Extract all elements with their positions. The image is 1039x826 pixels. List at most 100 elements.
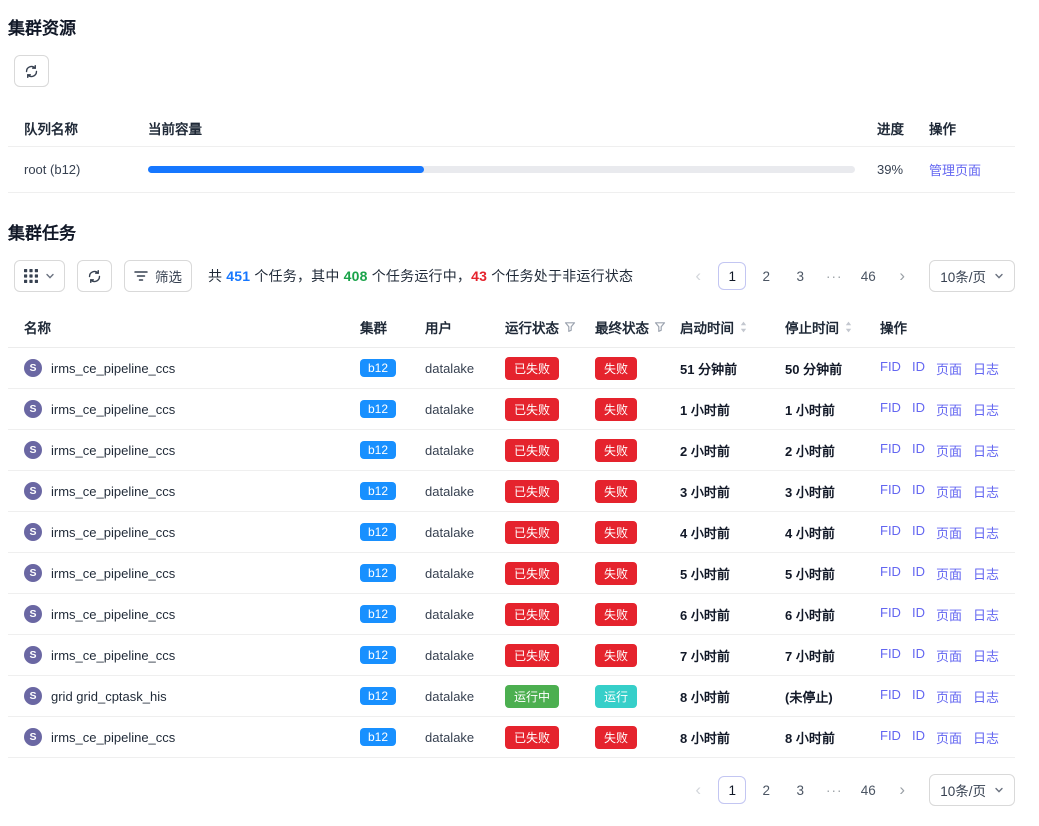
page-button-1[interactable]: 1 xyxy=(718,262,746,290)
page-button-3[interactable]: 3 xyxy=(786,776,814,804)
page-button-2[interactable]: 2 xyxy=(752,262,780,290)
fid-link[interactable]: FID xyxy=(880,400,901,419)
page-link[interactable]: 页面 xyxy=(936,646,962,665)
page-button-1[interactable]: 1 xyxy=(718,776,746,804)
pagination-prev-button[interactable]: ‹ xyxy=(684,262,712,290)
final-status-cell: 运行 xyxy=(595,685,680,708)
row-actions: FID ID 页面 日志 xyxy=(880,646,1015,665)
stop-time-cell: 1 小时前 xyxy=(785,400,880,419)
final-status-cell: 失败 xyxy=(595,521,680,544)
sort-icon[interactable] xyxy=(739,320,748,334)
log-link[interactable]: 日志 xyxy=(973,441,999,460)
page-link[interactable]: 页面 xyxy=(936,482,962,501)
fid-link[interactable]: FID xyxy=(880,646,901,665)
resources-refresh-button[interactable] xyxy=(14,55,49,87)
start-time-cell: 2 小时前 xyxy=(680,441,785,460)
manage-page-link[interactable]: 管理页面 xyxy=(929,163,981,178)
id-link[interactable]: ID xyxy=(912,441,925,460)
id-link[interactable]: ID xyxy=(912,728,925,747)
filter-button[interactable]: 筛选 xyxy=(124,260,192,292)
task-name: irms_ce_pipeline_ccs xyxy=(51,402,175,417)
log-link[interactable]: 日志 xyxy=(973,564,999,583)
fid-link[interactable]: FID xyxy=(880,605,901,624)
grid-icon xyxy=(24,269,38,283)
log-link[interactable]: 日志 xyxy=(973,359,999,378)
page-size-select[interactable]: 10条/页 xyxy=(929,774,1015,806)
tasks-table-header: 名称 集群 用户 运行状态 最终状态 启动时间 xyxy=(8,306,1015,348)
filter-funnel-icon[interactable] xyxy=(564,321,576,333)
log-link[interactable]: 日志 xyxy=(973,523,999,542)
pagination-ellipsis[interactable]: ··· xyxy=(820,262,848,290)
page-link[interactable]: 页面 xyxy=(936,564,962,583)
tasks-toolbar: 筛选 共 451 个任务，其中 408 个任务运行中，43 个任务处于非运行状态… xyxy=(14,260,1015,292)
page-button-3[interactable]: 3 xyxy=(786,262,814,290)
page-button-2[interactable]: 2 xyxy=(752,776,780,804)
page-link[interactable]: 页面 xyxy=(936,605,962,624)
id-link[interactable]: ID xyxy=(912,605,925,624)
resources-title: 集群资源 xyxy=(8,14,1015,39)
fid-link[interactable]: FID xyxy=(880,687,901,706)
page-button-46[interactable]: 46 xyxy=(854,776,882,804)
id-link[interactable]: ID xyxy=(912,400,925,419)
fid-link[interactable]: FID xyxy=(880,728,901,747)
run-status-badge: 已失败 xyxy=(505,480,559,503)
run-status-badge: 已失败 xyxy=(505,357,559,380)
fid-link[interactable]: FID xyxy=(880,482,901,501)
columns-menu-button[interactable] xyxy=(14,260,65,292)
page-button-46[interactable]: 46 xyxy=(854,262,882,290)
page-size-select[interactable]: 10条/页 xyxy=(929,260,1015,292)
log-link[interactable]: 日志 xyxy=(973,605,999,624)
fid-link[interactable]: FID xyxy=(880,523,901,542)
log-link[interactable]: 日志 xyxy=(973,646,999,665)
run-status-badge: 已失败 xyxy=(505,726,559,749)
run-status-cell: 已失败 xyxy=(505,439,595,462)
id-link[interactable]: ID xyxy=(912,646,925,665)
user-cell: datalake xyxy=(425,402,505,417)
user-cell: datalake xyxy=(425,443,505,458)
row-actions: FID ID 页面 日志 xyxy=(880,523,1015,542)
final-status-cell: 失败 xyxy=(595,644,680,667)
stop-time-cell: 50 分钟前 xyxy=(785,359,880,378)
spark-avatar-icon: S xyxy=(24,523,42,541)
log-link[interactable]: 日志 xyxy=(973,687,999,706)
pagination-next-button[interactable]: › xyxy=(888,262,916,290)
run-status-cell: 已失败 xyxy=(505,357,595,380)
id-link[interactable]: ID xyxy=(912,523,925,542)
name-cell: S irms_ce_pipeline_ccs xyxy=(24,400,360,418)
pagination-ellipsis[interactable]: ··· xyxy=(820,776,848,804)
page-link[interactable]: 页面 xyxy=(936,728,962,747)
table-row: S irms_ce_pipeline_ccs b12 datalake 已失败 … xyxy=(8,430,1015,471)
page-link[interactable]: 页面 xyxy=(936,400,962,419)
fid-link[interactable]: FID xyxy=(880,441,901,460)
cluster-badge: b12 xyxy=(360,605,396,623)
id-link[interactable]: ID xyxy=(912,359,925,378)
page-link[interactable]: 页面 xyxy=(936,523,962,542)
spark-avatar-icon: S xyxy=(24,441,42,459)
pagination-next-button[interactable]: › xyxy=(888,776,916,804)
final-status-cell: 失败 xyxy=(595,603,680,626)
fid-link[interactable]: FID xyxy=(880,359,901,378)
tasks-refresh-button[interactable] xyxy=(77,260,112,292)
page-link[interactable]: 页面 xyxy=(936,359,962,378)
id-link[interactable]: ID xyxy=(912,564,925,583)
sort-icon[interactable] xyxy=(844,320,853,334)
resources-table: 队列名称 当前容量 进度 操作 root (b12) 39% 管理页面 xyxy=(8,109,1015,193)
name-cell: S irms_ce_pipeline_ccs xyxy=(24,728,360,746)
start-time-cell: 4 小时前 xyxy=(680,523,785,542)
fid-link[interactable]: FID xyxy=(880,564,901,583)
start-time-cell: 51 分钟前 xyxy=(680,359,785,378)
refresh-icon xyxy=(24,64,39,79)
log-link[interactable]: 日志 xyxy=(973,482,999,501)
log-link[interactable]: 日志 xyxy=(973,400,999,419)
run-status-cell: 已失败 xyxy=(505,603,595,626)
id-link[interactable]: ID xyxy=(912,482,925,501)
user-cell: datalake xyxy=(425,525,505,540)
start-time-cell: 5 小时前 xyxy=(680,564,785,583)
pagination-prev-button[interactable]: ‹ xyxy=(684,776,712,804)
name-cell: S irms_ce_pipeline_ccs xyxy=(24,564,360,582)
page-link[interactable]: 页面 xyxy=(936,441,962,460)
log-link[interactable]: 日志 xyxy=(973,728,999,747)
page-link[interactable]: 页面 xyxy=(936,687,962,706)
filter-funnel-icon[interactable] xyxy=(654,321,666,333)
id-link[interactable]: ID xyxy=(912,687,925,706)
